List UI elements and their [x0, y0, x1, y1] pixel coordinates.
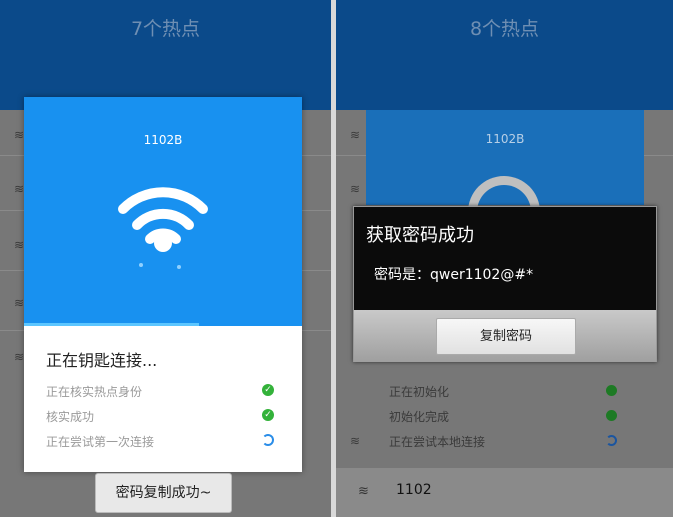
copy-success-toast: 密码复制成功~	[95, 473, 232, 513]
hotspot-name: 1102	[396, 482, 432, 498]
loading-spinner-icon	[606, 435, 617, 446]
step-label: 正在尝试本地连接	[389, 435, 486, 449]
left-hotspot-count: 7个热点	[130, 18, 201, 40]
step-label: 初始化完成	[389, 410, 450, 424]
loading-spinner-icon	[262, 434, 274, 446]
left-phone-screen: 7个热点 ≋ ≋ ≋ ≋ ≋ 1102B 正在钥匙连接... 正在核实热点身份 …	[0, 0, 331, 517]
check-icon: ✓	[262, 409, 274, 421]
connecting-dialog: 1102B 正在钥匙连接... 正在核实热点身份 ✓ 核实成功 ✓ 正在尝试第一…	[24, 97, 302, 472]
copy-password-button[interactable]: 复制密码	[436, 318, 576, 355]
wifi-icon: ≋	[350, 128, 361, 142]
wifi-icon: ≋	[14, 350, 25, 364]
check-icon	[606, 410, 617, 421]
password-dialog: 获取密码成功 密码是：qwer1102@#* 复制密码	[353, 206, 657, 362]
dialog-header: 1102B	[24, 97, 302, 326]
wifi-icon: ≋	[350, 182, 361, 196]
hotspot-list-item[interactable]: ≋ 1102	[336, 468, 673, 517]
wifi-icon: ≋	[350, 434, 361, 448]
check-icon	[606, 385, 617, 396]
password-dialog-body: 获取密码成功 密码是：qwer1102@#*	[354, 207, 656, 310]
left-top-bar: 7个热点	[0, 0, 331, 110]
wifi-icon: ≋	[14, 296, 25, 310]
check-icon: ✓	[262, 384, 274, 396]
step-label: 正在核实热点身份	[46, 385, 143, 399]
step-label: 核实成功	[46, 410, 95, 424]
right-hotspot-count: 8个热点	[469, 18, 540, 40]
background-ssid: 1102B	[485, 132, 525, 146]
dialog-ssid: 1102B	[143, 133, 183, 147]
password-dialog-footer: 复制密码	[354, 310, 656, 362]
wifi-icon: ≋	[14, 128, 25, 142]
step-label: 正在初始化	[389, 385, 450, 399]
connection-progress-bar	[24, 323, 200, 326]
wifi-signal-icon	[118, 187, 208, 269]
connecting-heading: 正在钥匙连接...	[46, 351, 158, 370]
wifi-icon: ≋	[14, 238, 25, 252]
wifi-icon: ≋	[358, 484, 369, 499]
step-label: 正在尝试第一次连接	[46, 435, 155, 449]
password-dialog-title: 获取密码成功	[366, 225, 474, 246]
right-top-bar: 8个热点	[336, 0, 673, 110]
wifi-icon: ≋	[14, 182, 25, 196]
password-text: 密码是：qwer1102@#*	[374, 267, 534, 283]
